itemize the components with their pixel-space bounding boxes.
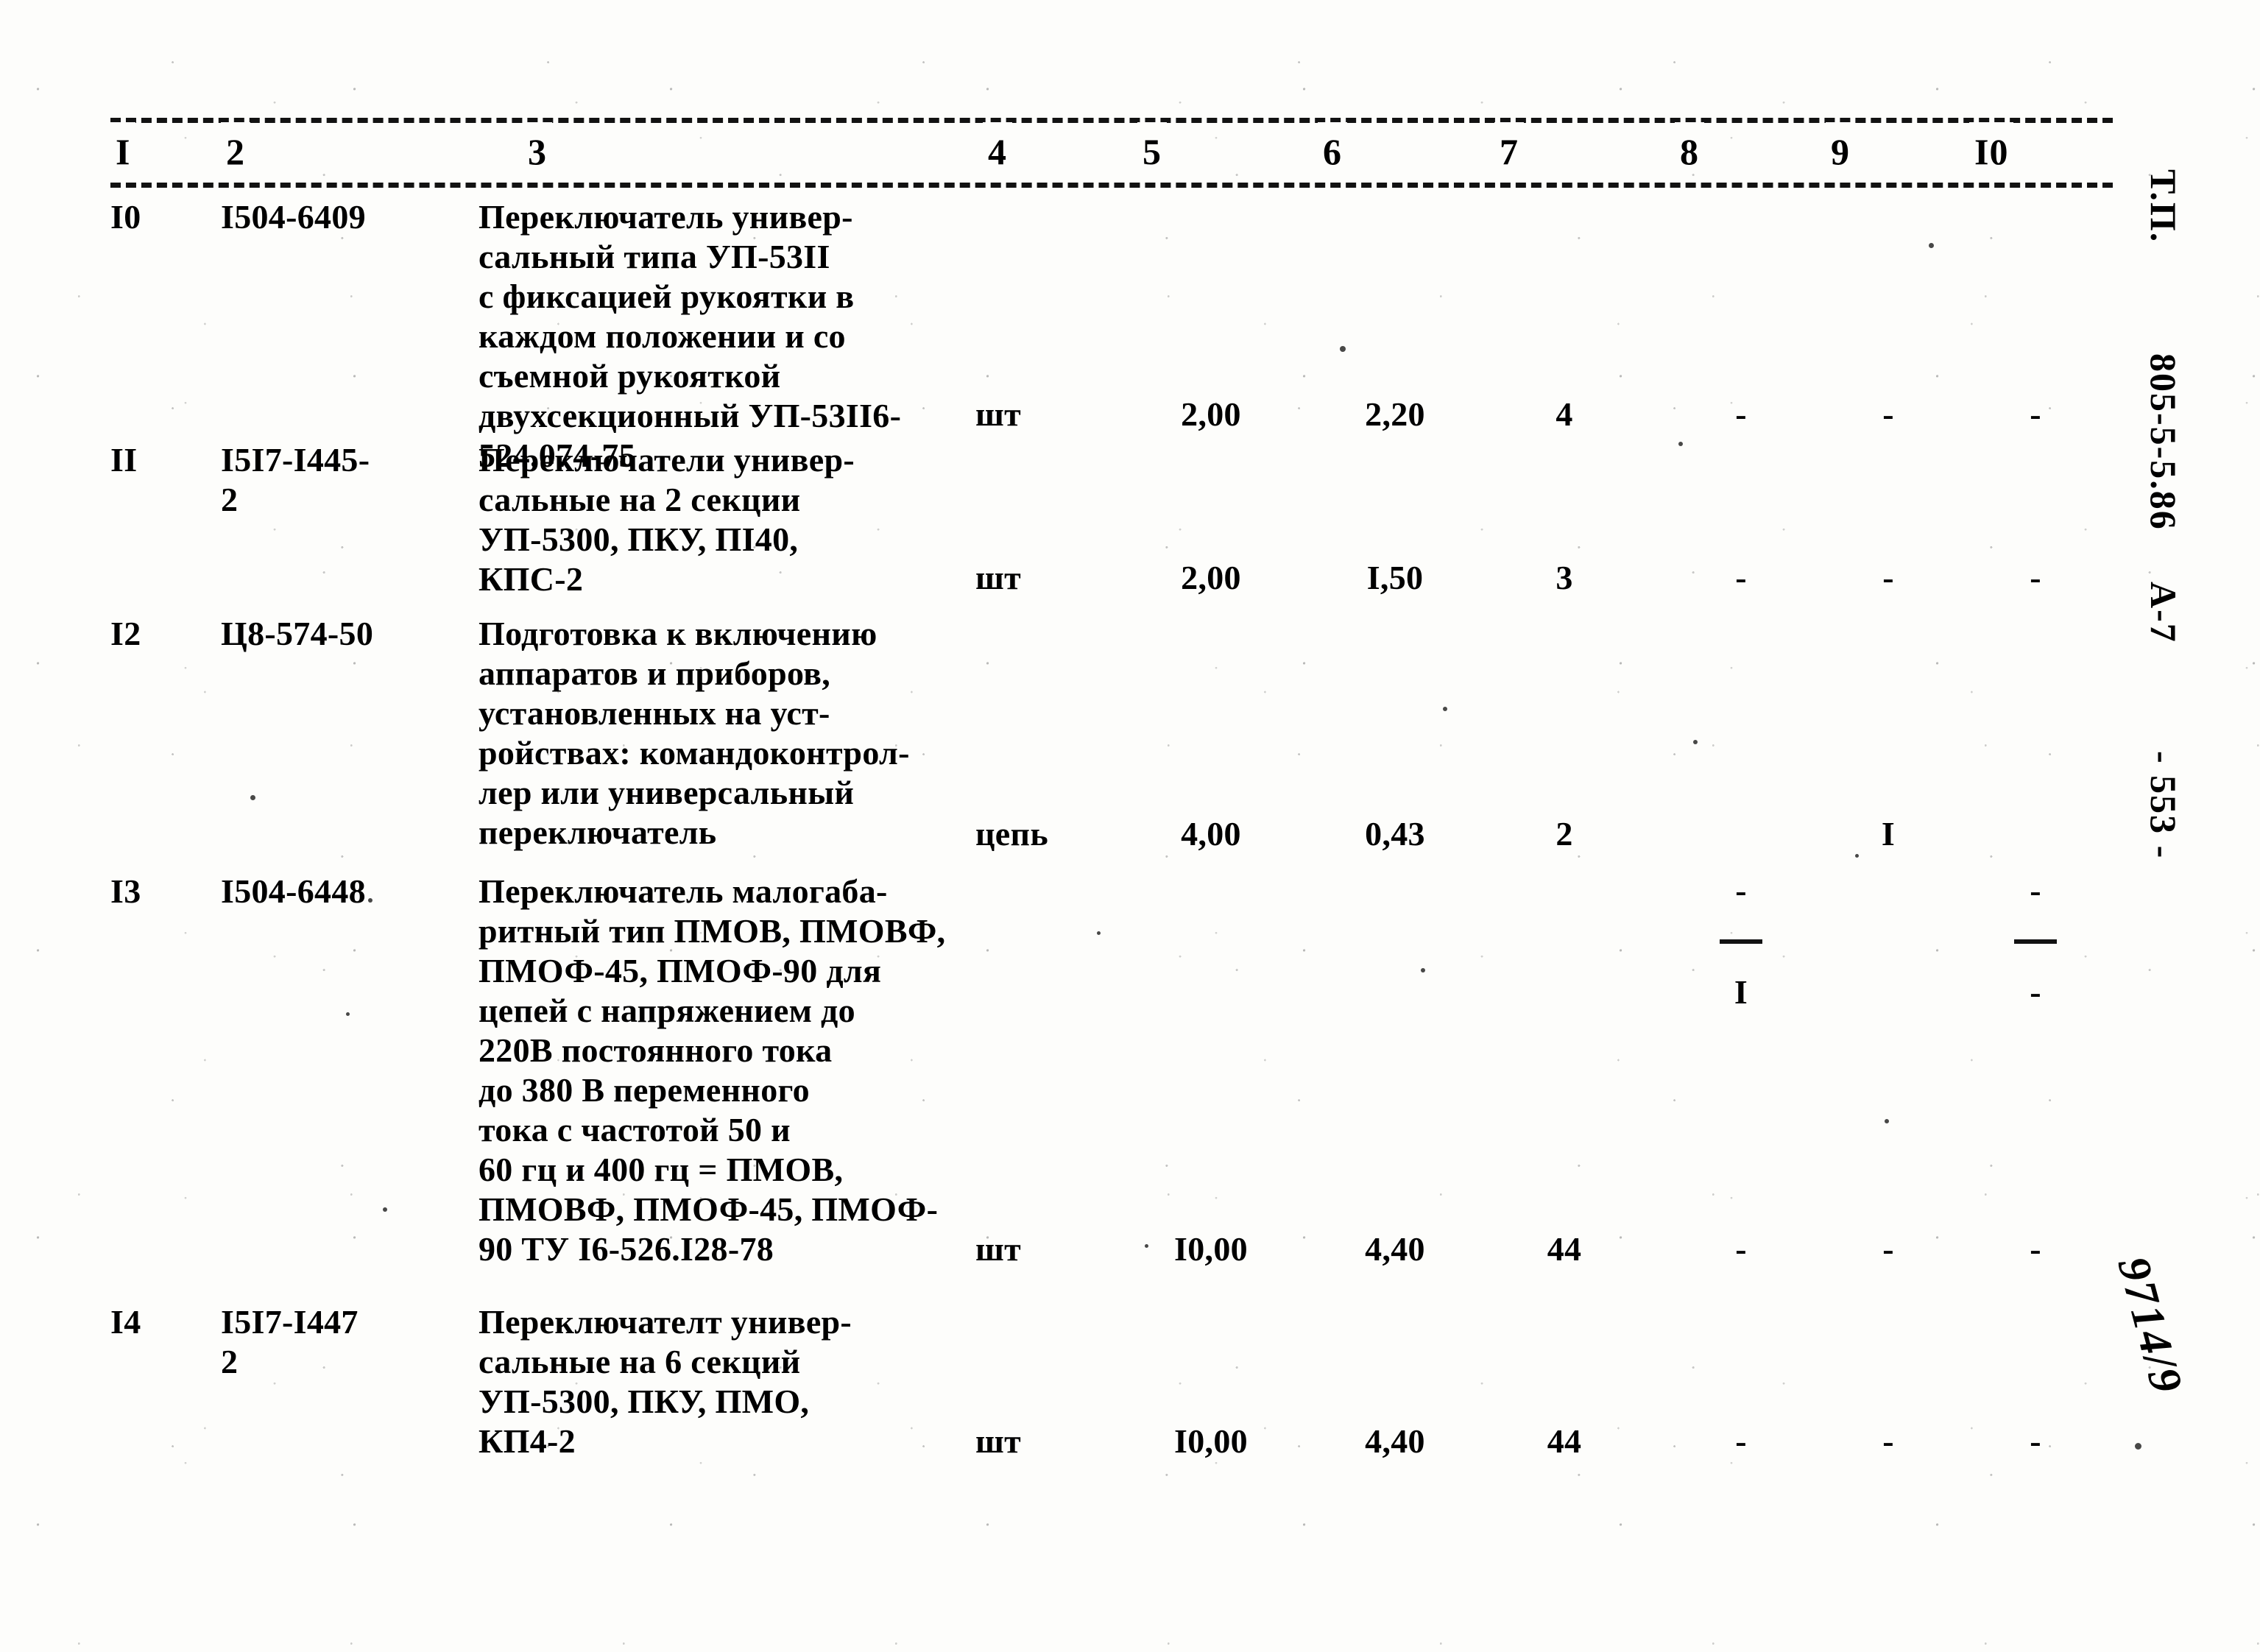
row-value-9: - [1882, 559, 1894, 596]
scan-speck [1929, 243, 1934, 248]
row-number: I3 [110, 872, 141, 910]
scan-speck [250, 795, 255, 800]
row-number: I0 [110, 198, 141, 236]
row-description: Переключателт универ- сальные на 6 секци… [479, 1303, 852, 1460]
table-row: II I5I7-I445- 2 Переключатели универ- са… [110, 440, 2113, 614]
column-header-9: 9 [1826, 122, 1855, 181]
scan-speck [383, 1207, 387, 1212]
margin-label-document-type: Т.П. [2143, 169, 2184, 244]
row-value-8: - [1735, 1422, 1747, 1460]
row-value-5: I0,00 [1174, 1230, 1248, 1268]
row-value-8: - [1735, 559, 1747, 596]
row-description: Подготовка к включению аппаратов и прибо… [479, 615, 910, 851]
row-value-7: 44 [1547, 1422, 1582, 1460]
scan-speck [1885, 1119, 1889, 1123]
scanned-document-page: I 2 3 4 5 6 7 8 9 I0 I0 I504-6409 Перекл… [0, 0, 2260, 1652]
table-body: I0 I504-6409 Переключатель универ- сальн… [110, 197, 2113, 1494]
row-value-10: - [2030, 1230, 2041, 1268]
row-description: Переключатель универ- сальный типа УП-53… [479, 198, 902, 474]
row-number: I2 [110, 615, 141, 652]
row-code: I504-6409 [221, 198, 366, 236]
scan-speck [1693, 740, 1698, 744]
table-row: I0 I504-6409 Переключатель универ- сальн… [110, 197, 2113, 474]
row-unit: цепь [975, 815, 1048, 853]
row-description: Переключатель малогаба- ритный тип ПМОВ,… [479, 872, 946, 1268]
row-value-5: 2,00 [1181, 559, 1241, 596]
scan-speck [1443, 707, 1447, 711]
scan-speck [1678, 442, 1683, 446]
row-value-10: - [2030, 395, 2041, 433]
row-value-6: 4,40 [1365, 1230, 1425, 1268]
scan-speck [1145, 1244, 1148, 1248]
scan-speck [1855, 854, 1859, 858]
scan-speck [368, 898, 372, 903]
row-value-6: 0,43 [1365, 815, 1425, 853]
table-row: I3 I504-6448 Переключатель малогаба- рит… [110, 872, 2113, 1302]
row-value-9: - [1882, 1422, 1894, 1460]
column-header-10: I0 [1969, 122, 2014, 181]
table-header-separator-rule [110, 183, 2113, 188]
row-value-6: I,50 [1366, 559, 1424, 596]
row-value-10: - [2030, 1422, 2041, 1460]
row-number: I4 [110, 1303, 141, 1341]
row-value-8: - [1735, 1230, 1747, 1268]
scan-speck [2135, 1443, 2141, 1450]
scan-speck [346, 1012, 350, 1016]
row-value-7: 44 [1547, 1230, 1582, 1268]
margin-label-page-number: - 553 - [2143, 751, 2184, 860]
row-code: I5I7-I445- 2 [221, 441, 370, 518]
row-value-8: - [1735, 395, 1747, 433]
row-value-5: 2,00 [1181, 395, 1241, 433]
row-unit: шт [975, 395, 1022, 433]
column-header-3: 3 [523, 122, 552, 181]
column-header-5: 5 [1137, 122, 1167, 181]
row-code: Ц8-574-50 [221, 615, 374, 652]
scan-speck [1097, 931, 1101, 935]
row-value-5: 4,00 [1181, 815, 1241, 853]
row-value-7: 4 [1555, 395, 1573, 433]
column-header-8: 8 [1675, 122, 1704, 181]
row-value-10: - [2030, 559, 2041, 596]
column-header-6: 6 [1318, 122, 1347, 181]
margin-label-section: А-7 [2143, 582, 2184, 643]
row-value-9: I [1881, 815, 1896, 853]
row-value-6: 2,20 [1365, 395, 1425, 433]
row-number: II [110, 441, 138, 479]
table-row: I4 I5I7-I447 2 Переключателт универ- сал… [110, 1302, 2113, 1494]
row-value-9: - [1882, 1230, 1894, 1268]
column-header-1: I [110, 122, 136, 181]
handwritten-annotation: 9714/9 [2108, 1252, 2193, 1400]
column-header-2: 2 [221, 122, 250, 181]
table-row: I2 Ц8-574-50 Подготовка к включению аппа… [110, 614, 2113, 1009]
row-value-6: 4,40 [1365, 1422, 1425, 1460]
column-header-7: 7 [1494, 122, 1524, 181]
row-value-7: 2 [1555, 815, 1573, 853]
row-unit: шт [975, 1422, 1022, 1460]
row-code: I504-6448 [221, 872, 366, 910]
row-unit: шт [975, 1230, 1022, 1268]
row-value-5: I0,00 [1174, 1422, 1248, 1460]
scan-speck [1340, 346, 1346, 352]
row-value-9: - [1882, 395, 1894, 433]
margin-label-document-number: 805-5-5.86 [2143, 353, 2184, 531]
scan-speck [1421, 968, 1425, 973]
column-header-4: 4 [983, 122, 1012, 181]
row-unit: шт [975, 559, 1022, 596]
table-header-row: I 2 3 4 5 6 7 8 9 I0 [110, 122, 2113, 181]
row-code: I5I7-I447 2 [221, 1303, 359, 1380]
row-value-7: 3 [1555, 559, 1573, 596]
row-description: Переключатели универ- сальные на 2 секци… [479, 441, 855, 598]
